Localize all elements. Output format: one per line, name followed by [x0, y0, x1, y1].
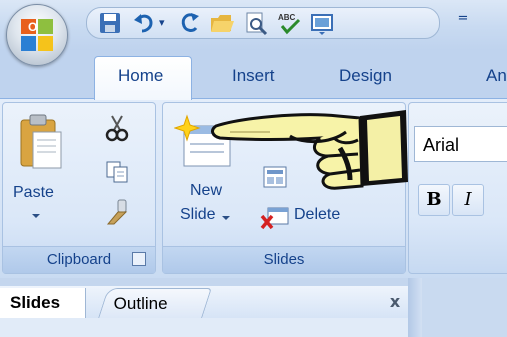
slides-group-label: Slides [163, 246, 405, 273]
paste-label[interactable]: Paste [13, 184, 54, 202]
cut-icon[interactable] [104, 114, 130, 142]
quick-access-toolbar: ▾ ABC [86, 7, 440, 39]
open-folder-icon[interactable] [209, 10, 235, 36]
spelling-icon[interactable]: ABC [277, 10, 303, 36]
print-preview-icon[interactable] [243, 10, 269, 36]
tab-animations[interactable]: An [486, 56, 507, 96]
customize-qat-button[interactable]: = [456, 8, 470, 30]
dialog-launcher-icon[interactable] [132, 252, 146, 266]
delete-slide-icon[interactable] [260, 204, 290, 230]
slide-show-icon[interactable] [309, 10, 335, 36]
slides-label-text: Slides [263, 251, 305, 268]
save-icon[interactable] [97, 10, 123, 36]
svg-text:O: O [28, 20, 37, 34]
bold-button[interactable]: B [418, 184, 450, 216]
paste-icon[interactable] [18, 112, 64, 172]
tab-design[interactable]: Design [339, 56, 392, 96]
svg-text:ABC: ABC [278, 13, 296, 22]
office-logo-icon: O [21, 19, 53, 51]
panel-splitter[interactable] [408, 278, 422, 337]
font-name-combobox[interactable]: Arial [414, 126, 507, 162]
new-slide-label-line2[interactable]: Slide [180, 206, 216, 224]
tab-insert[interactable]: Insert [232, 56, 275, 96]
slide-editing-area [422, 278, 507, 337]
redo-icon[interactable] [177, 10, 203, 36]
tab-outline-label: Outline [113, 294, 168, 313]
slides-panel-body [0, 318, 408, 337]
tab-home-label[interactable]: Home [118, 56, 163, 96]
italic-button[interactable]: I [452, 184, 484, 216]
undo-icon[interactable] [131, 10, 157, 36]
copy-icon[interactable] [104, 160, 130, 184]
tab-outline[interactable]: Outline [98, 288, 212, 318]
format-painter-icon[interactable] [104, 198, 134, 226]
close-panel-button[interactable]: x [386, 291, 404, 313]
paste-dropdown-icon[interactable] [32, 214, 40, 218]
new-slide-dropdown-icon[interactable] [222, 216, 230, 220]
office-button[interactable]: O [6, 4, 68, 66]
pointing-hand-icon [211, 110, 408, 190]
undo-dropdown-icon[interactable]: ▾ [159, 16, 167, 30]
tab-slides[interactable]: Slides [0, 288, 86, 318]
delete-slide-label[interactable]: Delete [294, 206, 340, 224]
clipboard-label-text: Clipboard [46, 251, 112, 268]
